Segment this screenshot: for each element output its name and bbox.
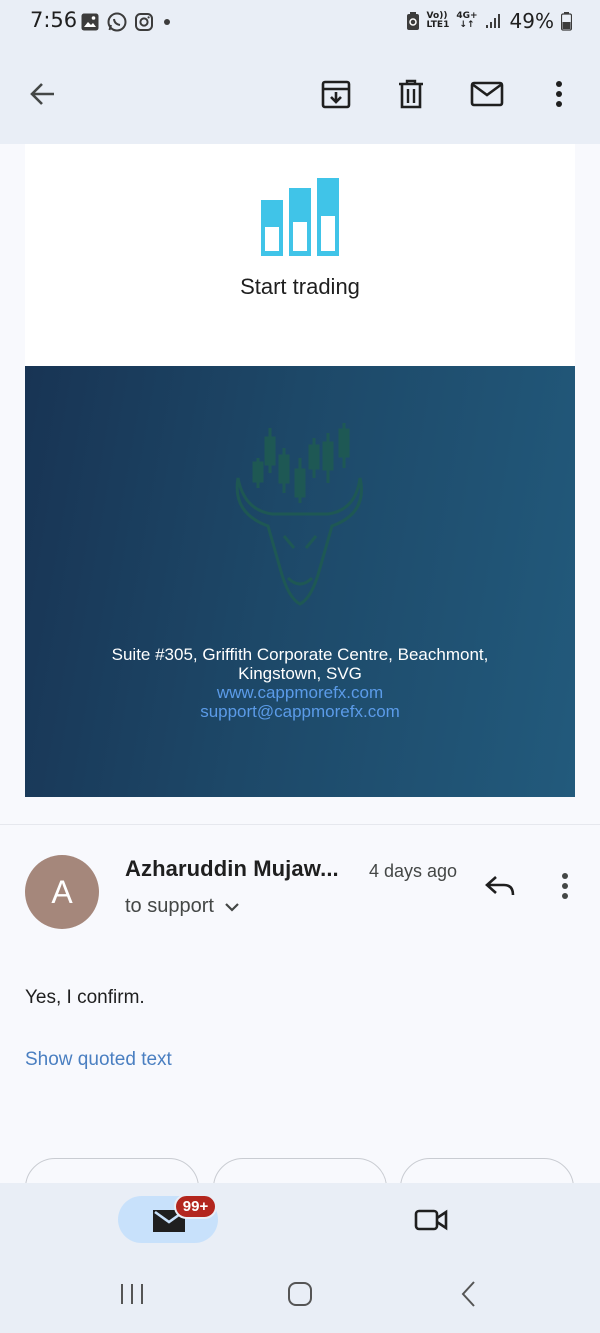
home-button[interactable] [276, 1270, 324, 1318]
status-right-icons: Vo)) LTE1 4G+ ↓↑ 49% [406, 9, 572, 33]
show-quoted-text-link[interactable]: Show quoted text [25, 1049, 172, 1071]
bottom-navigation [0, 1183, 600, 1260]
mail-icon [470, 81, 504, 107]
sender-name[interactable]: Azharuddin Mujaw... [125, 856, 339, 882]
instagram-icon [135, 13, 153, 31]
back-button[interactable] [19, 70, 67, 118]
address-line-1: Suite #305, Griffith Corporate Centre, B… [111, 645, 489, 664]
more-vert-icon [556, 81, 562, 107]
message-divider [0, 824, 600, 825]
archive-button[interactable] [312, 70, 360, 118]
data-saver-icon [406, 12, 419, 30]
more-vert-icon [562, 873, 568, 899]
message-date: 4 days ago [369, 861, 458, 881]
trading-chart-icon [261, 178, 339, 256]
notification-icons [80, 10, 174, 34]
recipient-details-toggle[interactable]: to support [125, 895, 240, 918]
website-link[interactable]: www.cappmorefx.com [25, 683, 575, 702]
chevron-down-icon [225, 902, 239, 912]
whatsapp-icon [107, 12, 127, 32]
chevron-left-icon [461, 1281, 475, 1307]
message-body: Yes, I confirm. [25, 987, 145, 1008]
battery-icon [561, 12, 572, 31]
home-icon [288, 1282, 312, 1306]
arrow-left-icon [30, 83, 54, 105]
meet-tab[interactable] [407, 1196, 455, 1244]
more-options-button[interactable] [535, 70, 583, 118]
status-time: 7:56 [30, 8, 78, 32]
reply-button[interactable] [476, 862, 524, 910]
reply-icon [485, 876, 515, 896]
address-line-2: Kingstown, SVG [238, 664, 362, 683]
unread-badge: 99+ [174, 1194, 217, 1219]
system-back-button[interactable] [444, 1270, 492, 1318]
data-arrows-icon: ↓↑ [459, 20, 475, 30]
recent-apps-icon [121, 1284, 143, 1304]
support-email-link[interactable]: support@cappmorefx.com [25, 702, 575, 721]
video-icon [414, 1209, 448, 1231]
recipient-label: to support [125, 895, 214, 917]
dot-icon [164, 19, 170, 25]
bull-logo-icon [235, 423, 363, 606]
avatar[interactable]: A [25, 855, 99, 929]
message-more-button[interactable] [541, 862, 589, 910]
recent-apps-button[interactable] [108, 1270, 156, 1318]
archive-icon [321, 80, 351, 109]
signal-icon [485, 14, 500, 28]
delete-button[interactable] [387, 70, 435, 118]
network-label: 4G+ ↓↑ [456, 11, 478, 30]
mark-unread-button[interactable] [463, 70, 511, 118]
start-trading-label[interactable]: Start trading [25, 274, 575, 300]
gallery-icon [81, 13, 99, 31]
company-address: Suite #305, Griffith Corporate Centre, B… [25, 645, 575, 683]
volte-label: Vo)) LTE1 [426, 11, 450, 30]
trash-icon [399, 79, 423, 109]
battery-percent: 49% [509, 9, 554, 33]
